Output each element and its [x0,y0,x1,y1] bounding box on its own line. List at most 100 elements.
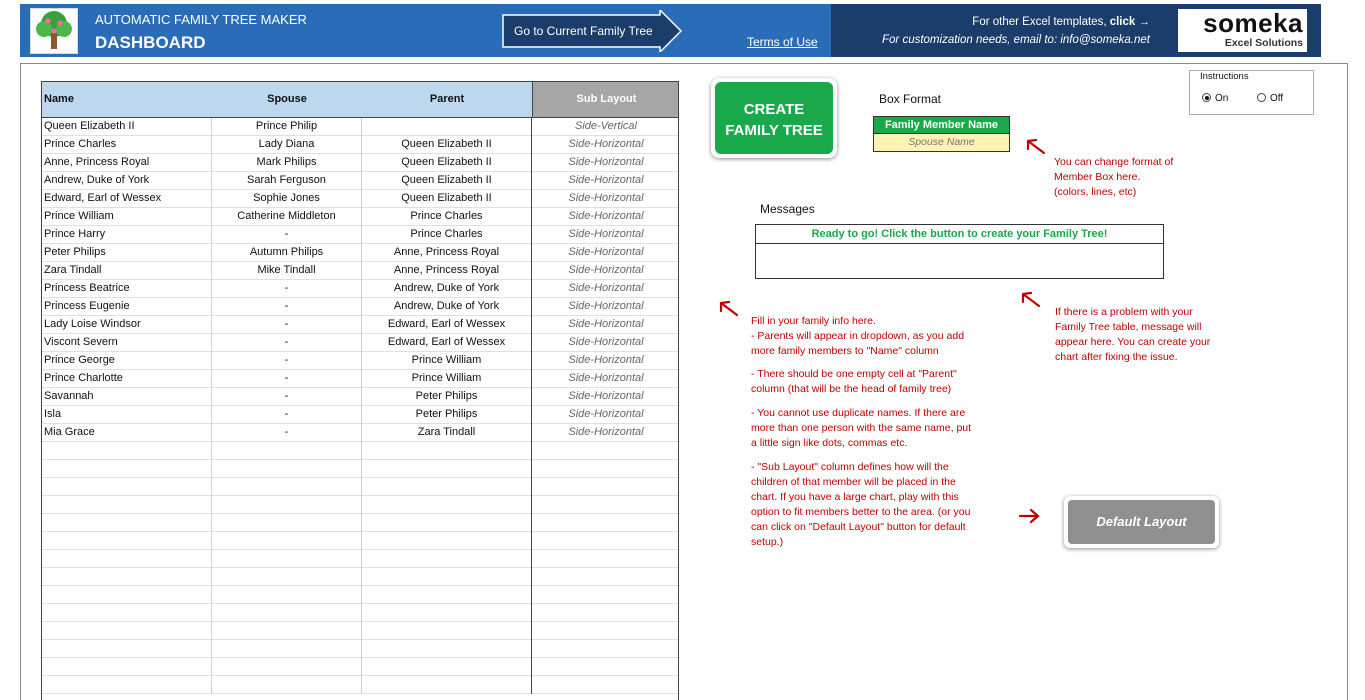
name-cell[interactable]: Prince William [42,208,212,226]
name-cell[interactable] [42,442,212,460]
spouse-cell[interactable]: - [212,334,362,352]
spouse-cell[interactable]: - [212,370,362,388]
name-cell[interactable]: Princess Beatrice [42,280,212,298]
sub-layout-cell[interactable] [532,640,678,658]
spouse-cell[interactable] [212,496,362,514]
spouse-cell[interactable]: - [212,298,362,316]
spouse-cell[interactable]: - [212,226,362,244]
sub-layout-cell[interactable] [532,550,678,568]
name-cell[interactable] [42,532,212,550]
sub-layout-cell[interactable]: Side-Horizontal [532,388,678,406]
sub-layout-cell[interactable] [532,568,678,586]
name-cell[interactable] [42,658,212,676]
name-cell[interactable]: Peter Philips [42,244,212,262]
spouse-cell[interactable] [212,460,362,478]
name-cell[interactable]: Queen Elizabeth II [42,118,212,136]
name-cell[interactable] [42,568,212,586]
sub-layout-cell[interactable]: Side-Horizontal [532,154,678,172]
spouse-cell[interactable]: Autumn Philips [212,244,362,262]
sub-layout-cell[interactable] [532,658,678,676]
spouse-cell[interactable]: - [212,424,362,442]
parent-cell[interactable]: Andrew, Duke of York [362,298,532,316]
name-cell[interactable]: Prince Charlotte [42,370,212,388]
name-cell[interactable]: Andrew, Duke of York [42,172,212,190]
parent-cell[interactable]: Prince Charles [362,226,532,244]
spouse-cell[interactable]: Mark Philips [212,154,362,172]
name-cell[interactable] [42,514,212,532]
create-family-tree-button[interactable]: CREATE FAMILY TREE [711,78,837,158]
spouse-cell[interactable]: Lady Diana [212,136,362,154]
parent-cell[interactable] [362,550,532,568]
parent-cell[interactable] [362,604,532,622]
name-cell[interactable] [42,640,212,658]
spouse-cell[interactable]: - [212,388,362,406]
parent-cell[interactable]: Anne, Princess Royal [362,244,532,262]
spouse-cell[interactable]: - [212,316,362,334]
sub-layout-cell[interactable]: Side-Horizontal [532,406,678,424]
parent-cell[interactable] [362,622,532,640]
spouse-cell[interactable] [212,676,362,694]
sub-layout-cell[interactable]: Side-Horizontal [532,370,678,388]
instructions-off-radio[interactable]: Off [1257,93,1283,104]
spouse-cell[interactable] [212,604,362,622]
spouse-cell[interactable] [212,586,362,604]
parent-cell[interactable] [362,532,532,550]
sub-layout-cell[interactable] [532,532,678,550]
name-cell[interactable] [42,586,212,604]
sub-layout-cell[interactable] [532,514,678,532]
sub-layout-cell[interactable]: Side-Horizontal [532,262,678,280]
parent-cell[interactable]: Andrew, Duke of York [362,280,532,298]
parent-cell[interactable] [362,478,532,496]
sub-layout-cell[interactable] [532,586,678,604]
sub-layout-cell[interactable]: Side-Horizontal [532,190,678,208]
spouse-cell[interactable] [212,658,362,676]
sub-layout-cell[interactable]: Side-Vertical [532,118,678,136]
parent-cell[interactable]: Edward, Earl of Wessex [362,316,532,334]
goto-family-tree-button[interactable]: Go to Current Family Tree [502,10,682,52]
spouse-cell[interactable] [212,478,362,496]
name-cell[interactable]: Prince Charles [42,136,212,154]
instructions-on-radio[interactable]: On [1202,93,1228,104]
spouse-cell[interactable] [212,550,362,568]
sub-layout-cell[interactable]: Side-Horizontal [532,136,678,154]
parent-cell[interactable] [362,514,532,532]
name-cell[interactable] [42,550,212,568]
sub-layout-cell[interactable] [532,604,678,622]
parent-cell[interactable] [362,460,532,478]
parent-cell[interactable] [362,118,532,136]
spouse-cell[interactable] [212,640,362,658]
spouse-cell[interactable]: - [212,352,362,370]
sub-layout-cell[interactable] [532,496,678,514]
sub-layout-cell[interactable]: Side-Horizontal [532,244,678,262]
parent-cell[interactable]: Peter Philips [362,388,532,406]
other-templates-link[interactable]: click → [1110,16,1150,28]
default-layout-button[interactable]: Default Layout [1064,496,1219,548]
sub-layout-cell[interactable]: Side-Horizontal [532,226,678,244]
parent-cell[interactable]: Peter Philips [362,406,532,424]
name-cell[interactable]: Isla [42,406,212,424]
parent-cell[interactable] [362,568,532,586]
name-cell[interactable] [42,478,212,496]
parent-cell[interactable]: Prince William [362,370,532,388]
name-cell[interactable] [42,496,212,514]
parent-cell[interactable]: Queen Elizabeth II [362,136,532,154]
name-cell[interactable] [42,676,212,694]
name-cell[interactable]: Edward, Earl of Wessex [42,190,212,208]
parent-cell[interactable]: Anne, Princess Royal [362,262,532,280]
member-name-box[interactable]: Family Member Name [873,116,1010,134]
parent-cell[interactable]: Queen Elizabeth II [362,154,532,172]
parent-cell[interactable]: Queen Elizabeth II [362,190,532,208]
name-cell[interactable] [42,460,212,478]
sub-layout-cell[interactable]: Side-Horizontal [532,424,678,442]
parent-cell[interactable] [362,640,532,658]
sub-layout-cell[interactable]: Side-Horizontal [532,352,678,370]
name-cell[interactable]: Savannah [42,388,212,406]
spouse-cell[interactable] [212,568,362,586]
terms-of-use-link[interactable]: Terms of Use [747,35,818,49]
spouse-cell[interactable]: - [212,406,362,424]
parent-cell[interactable] [362,676,532,694]
sub-layout-cell[interactable]: Side-Horizontal [532,316,678,334]
name-cell[interactable] [42,604,212,622]
sub-layout-cell[interactable]: Side-Horizontal [532,280,678,298]
sub-layout-cell[interactable] [532,442,678,460]
